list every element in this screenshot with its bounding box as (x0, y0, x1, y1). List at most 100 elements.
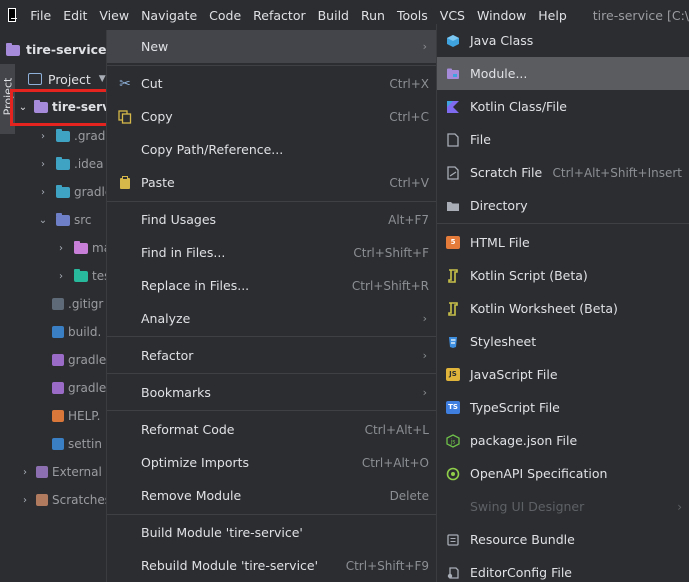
new-java-class[interactable]: Java Class (437, 24, 689, 57)
new-javascript-file-label: JavaScript File (470, 367, 558, 382)
tree-item-label: build. (68, 325, 102, 339)
context-replace-in-files[interactable]: Replace in Files... Ctrl+Shift+R (107, 269, 437, 302)
context-build-module-label: Build Module 'tire-service' (141, 525, 303, 540)
context-copy-path-label: Copy Path/Reference... (141, 142, 284, 157)
context-build-module[interactable]: Build Module 'tire-service' (107, 516, 437, 549)
context-refactor-label: Refactor (141, 348, 194, 363)
context-find-usages[interactable]: Find Usages Alt+F7 (107, 203, 437, 236)
project-view-label: Project (48, 71, 91, 87)
context-cut[interactable]: ✂ Cut Ctrl+X (107, 67, 437, 100)
window-title: tire-service [C:\ (592, 7, 689, 23)
tree-item-label: gradle (68, 381, 107, 395)
new-stylesheet[interactable]: Stylesheet (437, 325, 689, 358)
menu-build[interactable]: Build (318, 8, 349, 23)
tree-item-label: gradle (68, 353, 107, 367)
new-swing-ui-designer-label: Swing UI Designer (470, 499, 585, 514)
context-copy-path[interactable]: Copy Path/Reference... (107, 133, 437, 166)
menu-window[interactable]: Window (477, 8, 526, 23)
nodejs-icon: js (445, 433, 461, 449)
new-module[interactable]: Module... (437, 57, 689, 90)
context-remove-module[interactable]: Remove Module Delete (107, 479, 437, 512)
context-reformat-label: Reformat Code (141, 422, 235, 437)
context-analyze[interactable]: Analyze › (107, 302, 437, 335)
tool-window-stripe (0, 64, 15, 582)
chevron-right-icon: › (422, 40, 427, 53)
folder-icon (74, 240, 88, 254)
new-resource-bundle-label: Resource Bundle (470, 532, 575, 547)
module-icon (445, 66, 461, 82)
context-find-in-files[interactable]: Find in Files... Ctrl+Shift+F (107, 236, 437, 269)
folder-icon (56, 156, 70, 170)
new-submenu: Java Class Module... Kotlin Class/File F… (436, 24, 689, 582)
scratches-icon (36, 494, 48, 506)
editorconfig-icon (445, 565, 461, 581)
new-openapi-spec[interactable]: OpenAPI Specification (437, 457, 689, 490)
context-reformat[interactable]: Reformat Code Ctrl+Alt+L (107, 413, 437, 446)
new-openapi-spec-label: OpenAPI Specification (470, 466, 608, 481)
new-typescript-file[interactable]: TS TypeScript File (437, 391, 689, 424)
tree-item-label: .gitigr (68, 297, 104, 311)
new-html-file[interactable]: 5 HTML File (437, 226, 689, 259)
menu-file[interactable]: File (30, 8, 51, 23)
project-header[interactable]: tire-service (0, 36, 108, 62)
separator (107, 514, 437, 515)
tree-item-label: External I (52, 465, 110, 479)
menu-run[interactable]: Run (361, 8, 385, 23)
gitignore-file-icon (52, 298, 64, 310)
app-logo-icon (8, 8, 18, 22)
context-new[interactable]: New › (107, 30, 437, 63)
context-copy[interactable]: Copy Ctrl+C (107, 100, 437, 133)
chevron-right-icon: › (23, 494, 27, 506)
context-copy-label: Copy (141, 109, 173, 124)
project-folder-icon (6, 42, 20, 56)
context-new-label: New (141, 39, 169, 54)
tree-item-label: .idea (74, 157, 104, 171)
kotlin-script-icon (445, 268, 461, 284)
new-directory[interactable]: Directory (437, 189, 689, 222)
context-copy-shortcut: Ctrl+C (389, 109, 429, 124)
selection-highlight (10, 89, 110, 126)
context-reformat-shortcut: Ctrl+Alt+L (364, 422, 429, 437)
context-paste[interactable]: Paste Ctrl+V (107, 166, 437, 199)
new-typescript-file-label: TypeScript File (470, 400, 560, 415)
new-file[interactable]: File (437, 123, 689, 156)
chevron-right-icon: › (677, 499, 682, 514)
menu-code[interactable]: Code (209, 8, 241, 23)
cut-icon: ✂ (119, 75, 131, 92)
context-remove-module-label: Remove Module (141, 488, 242, 503)
menu-help[interactable]: Help (538, 8, 567, 23)
menu-vcs[interactable]: VCS (440, 8, 465, 23)
tree-item-label: HELP. (68, 409, 101, 423)
menu-edit[interactable]: Edit (63, 8, 87, 23)
new-kotlin-class[interactable]: Kotlin Class/File (437, 90, 689, 123)
menu-refactor[interactable]: Refactor (253, 8, 305, 23)
tree-item-label: settin (68, 437, 102, 451)
context-rebuild-module[interactable]: Rebuild Module 'tire-service' Ctrl+Shift… (107, 549, 437, 582)
gradle-file-icon (52, 438, 64, 450)
new-editorconfig-file[interactable]: EditorConfig File (437, 556, 689, 582)
kotlin-icon (445, 99, 461, 115)
context-refactor[interactable]: Refactor › (107, 339, 437, 372)
new-kotlin-script-label: Kotlin Script (Beta) (470, 268, 588, 283)
context-paste-shortcut: Ctrl+V (389, 175, 429, 190)
separator (107, 65, 437, 66)
new-package-json[interactable]: js package.json File (437, 424, 689, 457)
context-menu: New › ✂ Cut Ctrl+X Copy Ctrl+C Copy Path… (106, 30, 437, 582)
typescript-icon: TS (445, 400, 461, 416)
new-kotlin-class-label: Kotlin Class/File (470, 99, 567, 114)
new-resource-bundle[interactable]: Resource Bundle (437, 523, 689, 556)
menu-view[interactable]: View (99, 8, 129, 23)
new-javascript-file[interactable]: JS JavaScript File (437, 358, 689, 391)
menu-navigate[interactable]: Navigate (141, 8, 197, 23)
context-remove-module-shortcut: Delete (389, 488, 429, 503)
context-optimize-imports[interactable]: Optimize Imports Ctrl+Alt+O (107, 446, 437, 479)
new-kotlin-worksheet[interactable]: Kotlin Worksheet (Beta) (437, 292, 689, 325)
context-cut-shortcut: Ctrl+X (389, 76, 429, 91)
menu-tools[interactable]: Tools (397, 8, 428, 23)
new-directory-label: Directory (470, 198, 528, 213)
context-bookmarks[interactable]: Bookmarks › (107, 376, 437, 409)
new-scratch-file[interactable]: Scratch File Ctrl+Alt+Shift+Insert (437, 156, 689, 189)
new-kotlin-script[interactable]: Kotlin Script (Beta) (437, 259, 689, 292)
tree-item-label: src (74, 213, 92, 227)
folder-icon (74, 268, 88, 282)
